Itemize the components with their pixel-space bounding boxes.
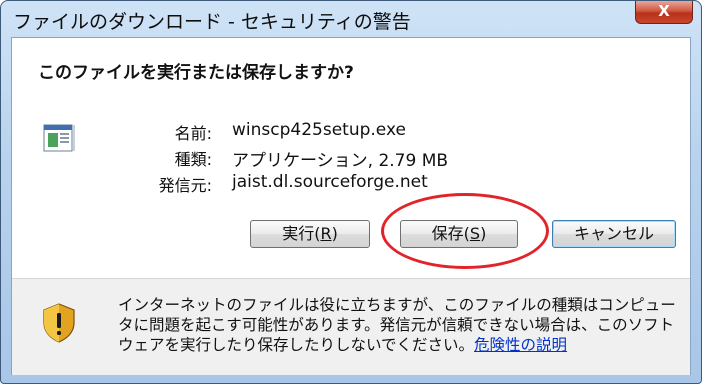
dialog-content: このファイルを実行または保存しますか? 名前: winscp425setup.e… — [11, 37, 691, 375]
security-warning-text: インターネットのファイルは役に立ちますが、このファイルの種類はコンピュータに問題… — [118, 296, 676, 354]
file-type-label: 種類: — [174, 150, 212, 169]
close-icon: X — [658, 2, 670, 20]
close-button[interactable]: X — [635, 1, 693, 24]
file-type-value: アプリケーション, 2.79 MB — [232, 151, 449, 171]
dialog-question: このファイルを実行または保存しますか? — [38, 63, 354, 83]
executable-file-icon — [43, 124, 75, 152]
file-source-label: 発信元: — [158, 176, 212, 195]
red-highlight-circle — [381, 193, 549, 269]
cancel-button[interactable]: キャンセル — [552, 220, 676, 248]
warning-area: インターネットのファイルは役に立ちますが、このファイルの種類はコンピュータに問題… — [12, 278, 690, 375]
run-button[interactable]: 実行(R) — [250, 220, 370, 248]
window-title: ファイルのダウンロード - セキュリティの警告 — [13, 11, 411, 33]
download-dialog-window: ファイルのダウンロード - セキュリティの警告 X このファイルを実行または保存… — [0, 0, 702, 384]
risk-explanation-link[interactable]: 危険性の説明 — [474, 336, 567, 354]
file-name-label: 名前: — [174, 124, 212, 143]
run-accesskey: R — [320, 224, 332, 243]
file-name-value: winscp425setup.exe — [232, 120, 406, 140]
file-source-value: jaist.dl.sourceforge.net — [232, 172, 428, 192]
shield-warning-icon — [43, 303, 75, 343]
title-bar[interactable]: ファイルのダウンロード - セキュリティの警告 X — [1, 1, 701, 37]
